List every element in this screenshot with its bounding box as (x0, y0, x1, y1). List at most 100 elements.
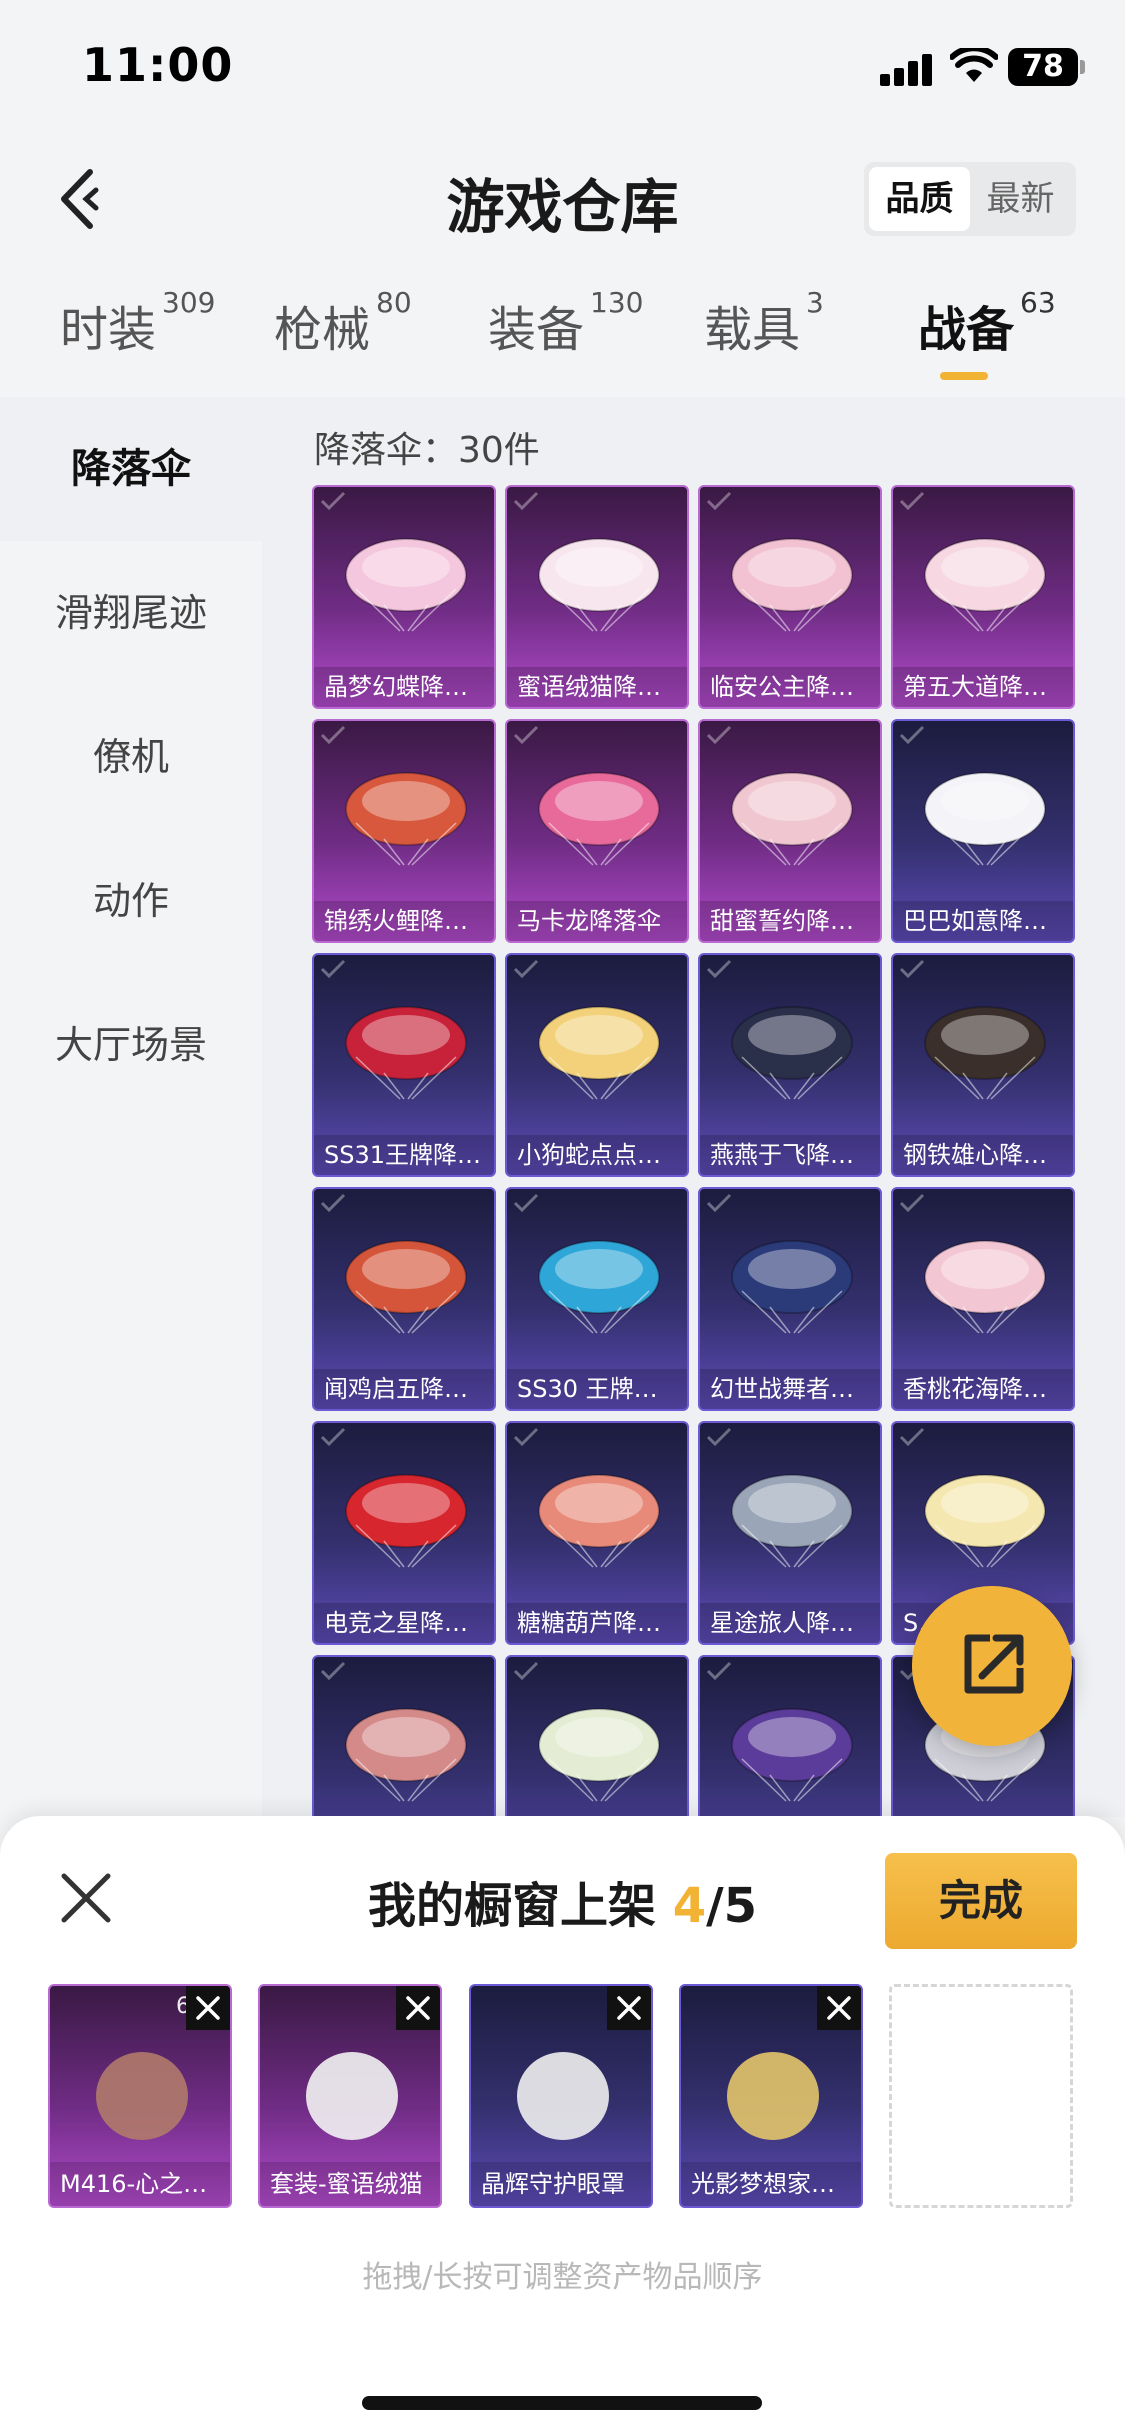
parachute-icon (924, 538, 1046, 632)
parachute-icon (345, 1240, 467, 1334)
checkmark-icon (899, 725, 925, 745)
parachute-card[interactable]: 晶梦幻蝶降… (312, 485, 496, 709)
parachute-icon (538, 1006, 660, 1100)
card-label: 第五大道降… (893, 667, 1073, 707)
tab-label: 战备 (918, 302, 1015, 358)
done-button[interactable]: 完成 (885, 1853, 1077, 1949)
empty-slot[interactable] (889, 1984, 1073, 2208)
sidebar-item-glide-trail[interactable]: 滑翔尾迹 (0, 541, 262, 685)
checkmark-icon (513, 491, 539, 511)
checkmark-icon (706, 1661, 732, 1681)
sidebar-item-lobby-scene[interactable]: 大厅场景 (0, 973, 262, 1117)
tab-fashion[interactable]: 时装 309 (60, 286, 215, 360)
parachute-card[interactable]: 锦绣火鲤降… (312, 719, 496, 943)
sheet-count-total: /5 (706, 1878, 758, 1934)
share-button[interactable] (912, 1586, 1072, 1746)
parachute-card[interactable]: 钢铁雄心降… (891, 953, 1075, 1177)
parachute-icon (924, 1240, 1046, 1334)
slot-label: 晶辉守护眼罩 (471, 2162, 651, 2206)
parachute-card[interactable] (312, 1655, 496, 1817)
parachute-card[interactable]: 蜜语绒猫降… (505, 485, 689, 709)
remove-icon[interactable] (817, 1986, 861, 2030)
showcase-slot[interactable]: 晶辉守护眼罩 (469, 1984, 653, 2208)
parachute-card[interactable]: 巴巴如意降… (891, 719, 1075, 943)
item-icon (727, 2052, 819, 2140)
checkmark-icon (513, 959, 539, 979)
tab-combat-gear[interactable]: 战备 63 (918, 286, 1056, 360)
checkmark-icon (320, 959, 346, 979)
parachute-icon (538, 772, 660, 866)
sort-quality-button[interactable]: 品质 (869, 167, 970, 231)
checkmark-icon (899, 491, 925, 511)
checkmark-icon (706, 725, 732, 745)
checkmark-icon (320, 491, 346, 511)
parachute-card[interactable]: 燕燕于飞降… (698, 953, 882, 1177)
parachute-card[interactable]: 甜蜜誓约降… (698, 719, 882, 943)
parachute-icon (345, 538, 467, 632)
sidebar-item-emote[interactable]: 动作 (0, 829, 262, 973)
parachute-icon (731, 1240, 853, 1334)
wifi-icon (950, 48, 998, 82)
parachute-icon (924, 1006, 1046, 1100)
parachute-card[interactable]: 星途旅人降… (698, 1421, 882, 1645)
card-label: 晶梦幻蝶降… (314, 667, 494, 707)
remove-icon[interactable] (396, 1986, 440, 2030)
checkmark-icon (706, 959, 732, 979)
parachute-icon (345, 1474, 467, 1568)
parachute-card[interactable]: 闻鸡启五降… (312, 1187, 496, 1411)
parachute-card[interactable]: 电竞之星降… (312, 1421, 496, 1645)
card-label: 闻鸡启五降… (314, 1369, 494, 1409)
status-bar: 11:00 78 (0, 0, 1125, 130)
parachute-card[interactable] (505, 1655, 689, 1817)
parachute-card[interactable]: 香桃花海降… (891, 1187, 1075, 1411)
checkmark-icon (899, 1427, 925, 1447)
sort-newest-button[interactable]: 最新 (970, 167, 1071, 231)
category-tabs: 时装 309 枪械 80 装备 130 载具 3 战备 63 (0, 286, 1125, 390)
parachute-card[interactable]: 小狗蛇点点… (505, 953, 689, 1177)
showcase-slot[interactable]: 套装-蜜语绒猫 (258, 1984, 442, 2208)
parachute-icon (538, 1474, 660, 1568)
sidebar-item-wingman[interactable]: 僚机 (0, 685, 262, 829)
tab-label: 载具 (704, 302, 801, 358)
card-label: 电竞之星降… (314, 1603, 494, 1643)
checkmark-icon (899, 1193, 925, 1213)
tab-firearms[interactable]: 枪械 80 (274, 286, 412, 360)
slot-label: 光影梦想家… (681, 2162, 861, 2206)
card-label: 甜蜜誓约降… (700, 901, 880, 941)
parachute-card[interactable]: SS30 王牌… (505, 1187, 689, 1411)
parachute-icon (345, 1006, 467, 1100)
checkmark-icon (320, 1661, 346, 1681)
sidebar-item-parachute[interactable]: 降落伞 (0, 397, 262, 541)
reorder-hint: 拖拽/长按可调整资产物品顺序 (362, 2260, 763, 2295)
card-label: 香桃花海降… (893, 1369, 1073, 1409)
parachute-icon (731, 1006, 853, 1100)
tab-count: 3 (806, 286, 824, 319)
showcase-slot[interactable]: 光影梦想家… (679, 1984, 863, 2208)
parachute-card[interactable]: 第五大道降… (891, 485, 1075, 709)
parachute-card[interactable]: 幻世战舞者… (698, 1187, 882, 1411)
showcase-slot[interactable]: 6 M416-心之… (48, 1984, 232, 2208)
parachute-icon (924, 1474, 1046, 1568)
parachute-card[interactable] (698, 1655, 882, 1817)
battery-icon: 78 (1008, 48, 1085, 86)
card-label: 幻世战舞者… (700, 1369, 880, 1409)
tab-label: 时装 (60, 302, 157, 358)
parachute-card[interactable]: 糖糖葫芦降… (505, 1421, 689, 1645)
parachute-card[interactable]: 马卡龙降落伞 (505, 719, 689, 943)
parachute-card[interactable]: SS31王牌降… (312, 953, 496, 1177)
active-tab-indicator (940, 372, 988, 380)
tab-label: 枪械 (274, 302, 371, 358)
tab-vehicles[interactable]: 载具 3 (704, 286, 824, 360)
parachute-icon (345, 772, 467, 866)
parachute-icon (731, 538, 853, 632)
card-label: 蜜语绒猫降… (507, 667, 687, 707)
slot-label: 套装-蜜语绒猫 (260, 2162, 440, 2206)
card-label: 星途旅人降… (700, 1603, 880, 1643)
showcase-sheet: 我的橱窗上架 4/5 完成 6 M416-心之… 套装-蜜语绒猫 晶辉守护眼罩 光影梦想… (0, 1816, 1125, 2436)
remove-icon[interactable] (186, 1986, 230, 2030)
remove-icon[interactable] (607, 1986, 651, 2030)
parachute-card[interactable]: 临安公主降… (698, 485, 882, 709)
checkmark-icon (706, 1193, 732, 1213)
item-icon (306, 2052, 398, 2140)
tab-equipment[interactable]: 装备 130 (488, 286, 643, 360)
